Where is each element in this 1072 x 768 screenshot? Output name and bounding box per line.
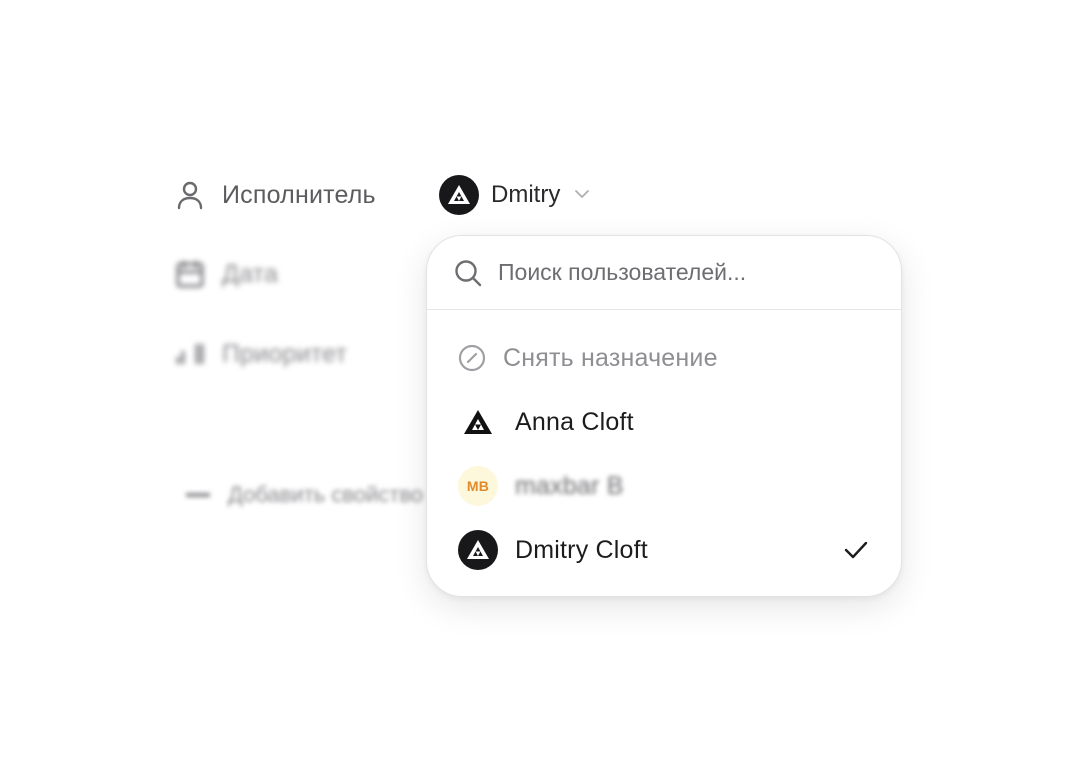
user-name: Dmitry Cloft	[515, 535, 648, 564]
unassign-option[interactable]: Снять назначение	[427, 326, 901, 390]
assignee-label: Исполнитель	[222, 180, 376, 209]
add-dash-icon	[186, 493, 210, 497]
date-label: Дата	[222, 259, 279, 288]
avatar	[458, 402, 498, 442]
avatar: MB	[458, 466, 498, 506]
assignee-selector[interactable]: Dmitry	[439, 174, 590, 216]
assignee-property-row: Исполнитель	[172, 175, 376, 215]
user-option-dmitry[interactable]: Dmitry Cloft	[427, 518, 901, 582]
priority-icon	[172, 336, 208, 372]
avatar	[439, 175, 479, 215]
assignee-dropdown: Снять назначение Anna Cloft MB maxbar B	[426, 235, 902, 597]
user-icon	[172, 177, 208, 213]
user-list: Снять назначение Anna Cloft MB maxbar B	[427, 310, 901, 582]
user-option-anna[interactable]: Anna Cloft	[427, 390, 901, 454]
search-bar	[427, 236, 901, 310]
check-icon	[844, 541, 868, 559]
user-name: Anna Cloft	[515, 407, 634, 436]
search-input[interactable]	[498, 259, 878, 286]
avatar	[458, 530, 498, 570]
triangle-logo-icon	[464, 410, 492, 434]
user-option-mb[interactable]: MB maxbar B	[427, 454, 901, 518]
triangle-logo-icon	[448, 185, 470, 204]
search-icon	[452, 257, 484, 289]
chevron-down-icon	[574, 186, 590, 204]
unassign-label: Снять назначение	[503, 343, 718, 372]
assignee-name: Dmitry	[491, 181, 561, 208]
priority-label: Приоритет	[222, 339, 348, 368]
add-property-label: Добавить свойство	[228, 482, 424, 507]
calendar-icon	[172, 256, 208, 292]
no-entry-icon	[457, 343, 487, 373]
user-name: maxbar B	[515, 471, 624, 500]
triangle-logo-icon	[467, 540, 489, 559]
add-property-button[interactable]: Добавить свойство	[186, 478, 423, 512]
priority-property-row[interactable]: Приоритет	[172, 334, 347, 374]
date-property-row[interactable]: Дата	[172, 254, 278, 294]
